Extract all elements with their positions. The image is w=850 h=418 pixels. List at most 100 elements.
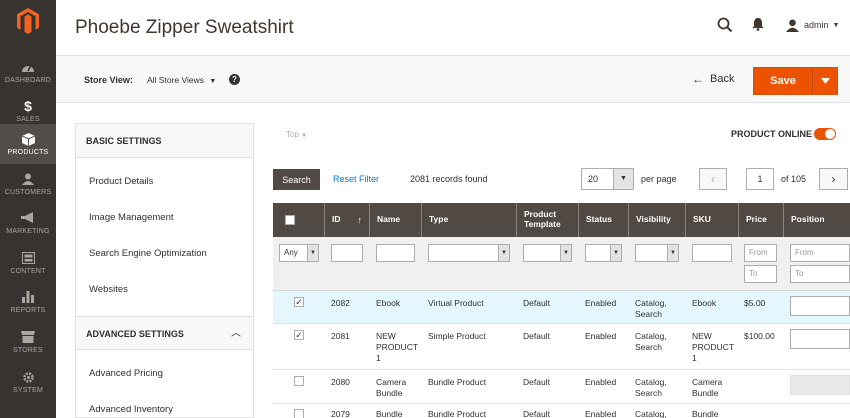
user-name: admin — [804, 20, 829, 30]
cell-template: Default — [523, 298, 550, 308]
nav-dashboard[interactable]: DASHBOARD — [0, 52, 56, 92]
nav-label: CONTENT — [10, 268, 46, 275]
chevron-up-icon: ︿ — [231, 328, 241, 339]
status-filter-select[interactable]: ▼ — [585, 244, 622, 262]
per-page-label: per page — [641, 174, 677, 184]
cell-type: Virtual Product — [428, 298, 484, 308]
nav-marketing[interactable]: MARKETING — [0, 203, 56, 243]
position-input[interactable] — [790, 329, 850, 349]
name-filter-input[interactable] — [376, 244, 415, 262]
column-name[interactable]: Name — [369, 203, 421, 237]
heading-label: ADVANCED SETTINGS — [86, 329, 184, 339]
visibility-filter-select[interactable]: ▼ — [635, 244, 679, 262]
per-page-select[interactable]: 20 ▼ — [581, 168, 634, 190]
chevron-down-icon: ▼ — [498, 245, 509, 261]
column-label: Name — [377, 214, 401, 225]
save-button[interactable]: Save — [753, 67, 838, 95]
table-row[interactable]: 2079 Bundle Bundle Product Default Enabl… — [273, 404, 850, 418]
position-input[interactable] — [790, 296, 850, 316]
price-from-input[interactable]: From — [744, 244, 777, 262]
column-price[interactable]: Price — [738, 203, 783, 237]
column-type[interactable]: Type — [421, 203, 516, 237]
cell-id: 2081 — [331, 331, 350, 341]
user-menu[interactable]: admin ▼ — [786, 15, 839, 35]
records-count: 2081 records found — [410, 174, 488, 184]
nav-products[interactable]: PRODUCTS — [0, 124, 56, 164]
chevron-down-icon: ▼ — [307, 245, 318, 261]
position-to-input[interactable]: To — [790, 265, 850, 283]
cell-name: Ebook — [376, 298, 401, 308]
column-sku[interactable]: SKU — [685, 203, 738, 237]
chevron-down-icon: ▼ — [832, 21, 840, 29]
help-icon[interactable]: ? — [229, 74, 240, 85]
row-checkbox[interactable] — [294, 409, 304, 418]
cell-status: Enabled — [585, 409, 617, 418]
id-filter-input[interactable] — [331, 244, 363, 262]
search-icon[interactable] — [717, 17, 733, 33]
nav-label: PRODUCTS — [7, 149, 49, 156]
page-title: Phoebe Zipper Sweatshirt — [75, 17, 294, 38]
arrow-left-icon: ← — [692, 72, 704, 86]
settings-item-websites[interactable]: Websites — [76, 272, 253, 308]
product-online-toggle[interactable] — [814, 128, 836, 140]
table-row[interactable]: ✓ 2081 NEW PRODUCT 1 Simple Product Defa… — [273, 324, 850, 370]
column-id[interactable]: ID ↑ — [324, 203, 369, 237]
page-number-input[interactable]: 1 — [746, 168, 774, 190]
storefront-icon — [20, 330, 36, 344]
search-button[interactable]: Search — [273, 169, 320, 190]
cell-sku: Ebook — [692, 298, 717, 308]
store-view-switcher[interactable]: All Store Views ▼ — [147, 75, 216, 85]
row-checkbox[interactable] — [294, 376, 304, 386]
cell-sku: Bundle — [692, 409, 719, 418]
column-position[interactable]: Position — [783, 203, 850, 237]
chevron-left-icon: ‹ — [711, 172, 715, 186]
product-settings-nav: BASIC SETTINGS Product Details Image Man… — [75, 123, 254, 418]
next-page-button[interactable]: › — [819, 168, 848, 190]
nav-label: SYSTEM — [13, 387, 43, 394]
settings-item-advanced-inventory[interactable]: Advanced Inventory — [76, 392, 253, 418]
bell-icon[interactable] — [752, 17, 766, 33]
column-status[interactable]: Status — [578, 203, 628, 237]
selected-filter-select[interactable]: Any ▼ — [279, 244, 319, 262]
price-to-input[interactable]: To — [744, 265, 777, 283]
row-checkbox[interactable]: ✓ — [294, 297, 304, 307]
nav-content[interactable]: CONTENT — [0, 243, 56, 283]
position-from-input[interactable]: From — [790, 244, 850, 262]
heading-label: BASIC SETTINGS — [86, 136, 162, 146]
store-view-bar: Store View: All Store Views ▼ ? ← Back Sa… — [56, 55, 850, 103]
cell-sku: NEW PRODUCT 1 — [692, 331, 734, 364]
table-row[interactable]: ✓ 2082 Ebook Virtual Product Default Ena… — [273, 291, 850, 324]
cell-id: 2080 — [331, 377, 350, 387]
column-visibility[interactable]: Visibility — [628, 203, 685, 237]
sku-filter-input[interactable] — [692, 244, 732, 262]
nav-customers[interactable]: CUSTOMERS — [0, 164, 56, 204]
column-product-template[interactable]: Product Template — [516, 203, 578, 237]
previous-page-button[interactable]: ‹ — [699, 168, 727, 190]
save-options-toggle[interactable] — [813, 68, 838, 94]
cell-type: Bundle Product — [428, 377, 487, 387]
settings-item-seo[interactable]: Search Engine Optimization — [76, 236, 253, 272]
settings-item-advanced-pricing[interactable]: Advanced Pricing — [76, 356, 253, 392]
cell-template: Default — [523, 377, 550, 387]
table-row[interactable]: 2080 Camera Bundle Bundle Product Defaul… — [273, 370, 850, 404]
basic-settings-heading[interactable]: BASIC SETTINGS — [76, 124, 253, 158]
nav-stores[interactable]: STORES — [0, 322, 56, 362]
template-filter-select[interactable]: ▼ — [523, 244, 572, 262]
row-checkbox[interactable]: ✓ — [294, 330, 304, 340]
nav-label: MARKETING — [6, 228, 50, 235]
nav-label: CUSTOMERS — [4, 189, 52, 196]
user-icon — [786, 19, 799, 32]
settings-item-product-details[interactable]: Product Details — [76, 164, 253, 200]
nav-system[interactable]: SYSTEM — [0, 362, 56, 402]
back-button[interactable]: ← Back — [692, 72, 734, 86]
magento-logo[interactable] — [0, 0, 56, 42]
column-label: Type — [429, 214, 449, 225]
nav-reports[interactable]: REPORTS — [0, 282, 56, 322]
type-filter-select[interactable]: ▼ — [428, 244, 510, 262]
select-all-checkbox[interactable] — [285, 215, 295, 225]
chevron-down-icon — [821, 78, 830, 84]
reset-filter-link[interactable]: Reset Filter — [333, 174, 379, 184]
category-breadcrumb[interactable]: Top ▼ — [286, 130, 307, 139]
settings-item-image-management[interactable]: Image Management — [76, 200, 253, 236]
advanced-settings-heading[interactable]: ADVANCED SETTINGS ︿ — [76, 316, 253, 350]
